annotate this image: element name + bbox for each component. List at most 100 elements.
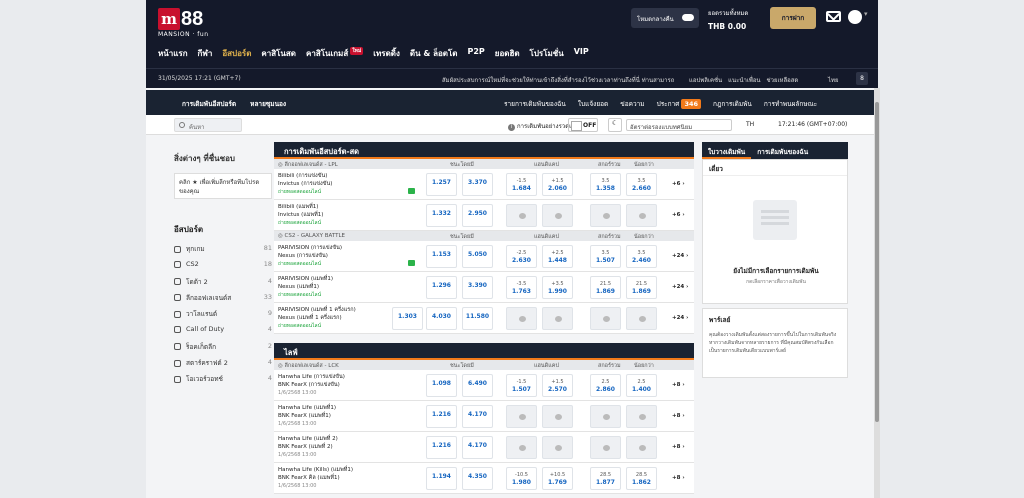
match-teams[interactable]: Hanwha Life (Kills) (แมพที่1) BNK FearX ค… xyxy=(278,466,353,490)
odds-button[interactable]: 3.5 1.358 xyxy=(590,173,621,196)
nav-item[interactable]: อีสปอร์ต xyxy=(222,47,251,60)
match-teams[interactable]: Bilibili (การแข่งขัน) Invictus (การแข่งขั… xyxy=(278,172,332,196)
scrollbar-thumb[interactable] xyxy=(875,102,879,422)
sidebar-item-sport[interactable]: โอเวอร์วอทช์ 4 xyxy=(174,374,272,390)
user-avatar-icon[interactable] xyxy=(848,10,868,24)
odds-button[interactable]: +1.5 2.570 xyxy=(542,374,573,397)
quick-link[interactable]: แนะนำเพื่อน xyxy=(728,75,760,85)
language-select[interactable]: TH xyxy=(746,121,754,128)
more-markets-button[interactable]: +6 › xyxy=(672,181,685,187)
more-markets-button[interactable]: +8 › xyxy=(672,382,685,388)
more-markets-button[interactable]: +24 › xyxy=(672,253,688,259)
page-scrollbar[interactable] xyxy=(874,88,880,498)
odds-button[interactable]: -3.5 1.763 xyxy=(506,276,537,299)
sports-link[interactable]: กฎการเดิมพัน xyxy=(713,99,752,109)
nav-item[interactable]: คาสิโนเกมส์ ใหม่ xyxy=(306,47,364,60)
more-markets-button[interactable]: +6 › xyxy=(672,212,685,218)
sports-link[interactable]: รายการเดิมพันของฉัน xyxy=(504,99,566,109)
sidebar-item-sport[interactable]: โดต้า 2 4 xyxy=(174,277,272,293)
match-teams[interactable]: PARIVISION (แมพที่ 1 ครึ่งแรก) Nexus (แมพ… xyxy=(278,306,356,330)
sidebar-item-sport[interactable]: ทุกเกม 81 xyxy=(174,244,272,260)
more-markets-button[interactable]: +24 › xyxy=(672,284,688,290)
odds-button[interactable]: -10.5 1.980 xyxy=(506,467,537,490)
odds-button[interactable]: 3.390 xyxy=(462,276,493,299)
nav-item[interactable]: P2P xyxy=(467,47,484,60)
quick-link[interactable]: ช่วยเหลือสด xyxy=(767,75,799,85)
moon-icon[interactable]: ☾ xyxy=(608,118,622,132)
nav-item[interactable]: โปรโมชั่น xyxy=(530,47,564,60)
odds-button[interactable]: 21.5 1.869 xyxy=(626,276,657,299)
odds-button[interactable]: 28.5 1.862 xyxy=(626,467,657,490)
odds-button[interactable]: +1.5 2.060 xyxy=(542,173,573,196)
odds-button[interactable]: 1.216 xyxy=(426,436,457,459)
odds-button[interactable]: 1.194 xyxy=(426,467,457,490)
match-teams[interactable]: Hanwha Life (แมพที่ 2) BNK FearX (แมพที่ … xyxy=(278,435,338,459)
odds-button[interactable]: -1.5 1.507 xyxy=(506,374,537,397)
more-markets-button[interactable]: +8 › xyxy=(672,413,685,419)
odds-button[interactable]: 21.5 1.869 xyxy=(590,276,621,299)
sidebar-item-sport[interactable]: Call of Duty 4 xyxy=(174,325,272,341)
odds-button[interactable]: 3.5 2.660 xyxy=(626,173,657,196)
odds-button[interactable]: 6.490 xyxy=(462,374,493,397)
odds-button[interactable]: +10.5 1.769 xyxy=(542,467,573,490)
nav-item[interactable]: หน้าแรก xyxy=(158,47,188,60)
sports-link[interactable]: การทำพนผลักษณะ xyxy=(764,99,817,109)
quick-bet-toggle[interactable]: OFF xyxy=(568,118,598,132)
sports-link[interactable]: ข่อความ xyxy=(620,99,644,109)
odds-button[interactable]: 5.050 xyxy=(462,245,493,268)
single-label[interactable]: เดี่ยว xyxy=(703,160,847,176)
odds-button[interactable]: 1.296 xyxy=(426,276,457,299)
odds-button[interactable]: 4.170 xyxy=(462,436,493,459)
odds-button[interactable]: 11.580 xyxy=(462,307,493,330)
match-teams[interactable]: Hanwha Life (การแข่งขัน) BNK FearX (การแข… xyxy=(278,373,345,397)
sidebar-item-sport[interactable]: ลีกออฟเลเจนด์ส 33 xyxy=(174,293,272,309)
nav-item[interactable]: ดีน & ล็อตโต xyxy=(410,47,458,60)
balance-display[interactable]: ยอดรวมทั้งหมด THB 0.00 xyxy=(708,8,748,31)
odds-button[interactable]: +3.5 1.990 xyxy=(542,276,573,299)
sidebar-item-sport[interactable]: ร็อคเก็ตลีก 2 xyxy=(174,342,272,358)
league-header[interactable]: ◎ ลีกออฟเลเจนด์ส - LCK ชนะโดยมี แฮนดิแคป สก… xyxy=(274,360,694,370)
live-stream-icon[interactable] xyxy=(408,188,415,194)
odds-button[interactable]: 2.5 1.400 xyxy=(626,374,657,397)
odds-button[interactable]: 3.370 xyxy=(462,173,493,196)
odds-button[interactable]: 4.170 xyxy=(462,405,493,428)
language-selector[interactable]: ไทย xyxy=(828,75,839,85)
site-logo[interactable]: m 88 MANSION · fun xyxy=(158,8,208,38)
odds-button[interactable]: 3.5 2.460 xyxy=(626,245,657,268)
night-mode-toggle[interactable]: โหมดกลางคืน xyxy=(631,8,699,28)
match-teams[interactable]: PARIVISION (การแข่งขัน) Nexus (การแข่งขัน… xyxy=(278,244,342,268)
nav-item[interactable]: ยอดฮิต xyxy=(495,47,520,60)
promo-link[interactable]: ประกาศ 346 xyxy=(657,99,702,109)
odds-button[interactable]: 1.153 xyxy=(426,245,457,268)
match-teams[interactable]: PARIVISION (แมพที่1) Nexus (แมพที่1) ถ่ายท… xyxy=(278,275,333,299)
sidebar-item-sport[interactable]: CS2 18 xyxy=(174,260,272,276)
match-teams[interactable]: Hanwha Life (แมพที่1) BNK FearX (แมพที่1)… xyxy=(278,404,336,428)
match-teams[interactable]: Bilibili (แมพที่1) Invictus (แมพที่1) ถ่าย… xyxy=(278,203,323,227)
odds-button[interactable]: 1.098 xyxy=(426,374,457,397)
more-markets-button[interactable]: +24 › xyxy=(672,315,688,321)
odds-button[interactable]: 4.350 xyxy=(462,467,493,490)
nav-item[interactable]: คาสิโนสด xyxy=(261,47,296,60)
odds-button[interactable]: 4.030 xyxy=(426,307,457,330)
sidebar-item-sport[interactable]: สตาร์คราฟต์ 2 4 xyxy=(174,358,272,374)
sports-link[interactable]: ใบแจ้งยอด xyxy=(578,99,608,109)
quick-link[interactable]: แอปพลิเคชั่น xyxy=(689,75,722,85)
odds-format-select[interactable]: อัตราต่อรองแบบทศนิยม xyxy=(626,119,732,131)
sidebar-item-sport[interactable]: วาโลแรนต์ 9 xyxy=(174,309,272,325)
odds-button[interactable]: 2.950 xyxy=(462,204,493,227)
odds-button[interactable]: 1.216 xyxy=(426,405,457,428)
deposit-button[interactable]: การฝาก xyxy=(770,7,816,29)
odds-button[interactable]: 1.257 xyxy=(426,173,457,196)
search-input[interactable]: ค้นหา xyxy=(174,118,242,132)
notification-count[interactable]: 8 xyxy=(856,72,868,85)
odds-button[interactable]: -2.5 2.630 xyxy=(506,245,537,268)
more-markets-button[interactable]: +8 › xyxy=(672,444,685,450)
odds-button[interactable]: +2.5 1.448 xyxy=(542,245,573,268)
odds-button[interactable]: 3.5 1.507 xyxy=(590,245,621,268)
tab-betslip[interactable]: ใบวางเดิมพัน xyxy=(702,142,752,159)
odds-button[interactable]: 1.303 xyxy=(392,307,423,330)
more-markets-button[interactable]: +8 › xyxy=(672,475,685,481)
tab-my-bets[interactable]: การเดิมพันของฉัน xyxy=(751,142,814,159)
odds-button[interactable]: -1.5 1.684 xyxy=(506,173,537,196)
odds-button[interactable]: 2.5 2.860 xyxy=(590,374,621,397)
